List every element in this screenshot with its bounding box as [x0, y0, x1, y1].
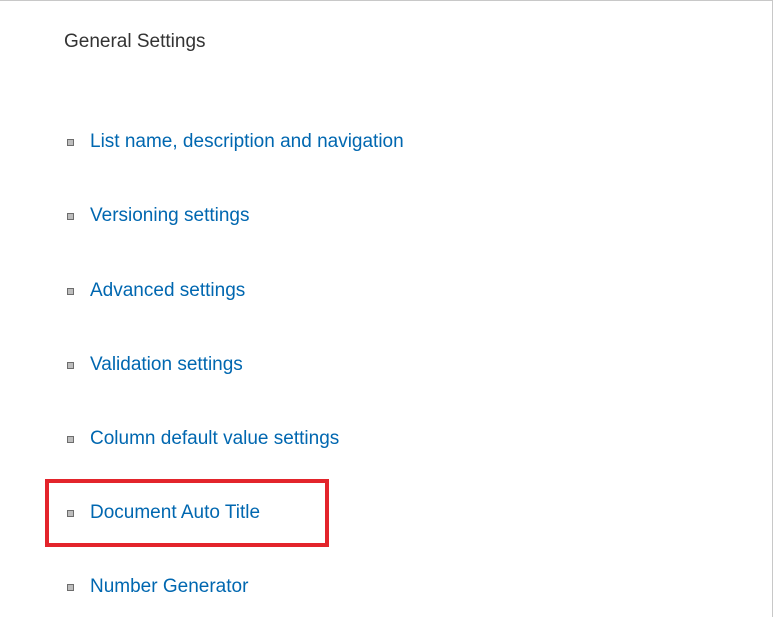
- list-item: Versioning settings: [67, 201, 250, 231]
- validation-settings-link[interactable]: Validation settings: [90, 354, 243, 376]
- advanced-settings-link[interactable]: Advanced settings: [90, 280, 245, 302]
- square-bullet-icon: [67, 361, 74, 369]
- square-bullet-icon: [67, 583, 74, 591]
- versioning-settings-link[interactable]: Versioning settings: [90, 205, 250, 227]
- list-item: Number Generator: [67, 572, 248, 602]
- square-bullet-icon: [67, 435, 74, 443]
- list-item: List name, description and navigation: [67, 127, 404, 157]
- square-bullet-icon: [67, 138, 74, 146]
- square-bullet-icon: [67, 287, 74, 295]
- section-title: General Settings: [64, 31, 206, 52]
- list-name-description-navigation-link[interactable]: List name, description and navigation: [90, 131, 404, 153]
- column-default-value-settings-link[interactable]: Column default value settings: [90, 428, 339, 450]
- number-generator-link[interactable]: Number Generator: [90, 576, 248, 598]
- square-bullet-icon: [67, 212, 74, 220]
- document-auto-title-link[interactable]: Document Auto Title: [90, 502, 260, 524]
- square-bullet-icon: [67, 509, 74, 517]
- list-item: Document Auto Title: [67, 498, 260, 528]
- settings-panel: General Settings List name, description …: [0, 0, 773, 617]
- list-item: Validation settings: [67, 350, 243, 380]
- list-item: Column default value settings: [67, 424, 339, 454]
- list-item: Advanced settings: [67, 276, 245, 306]
